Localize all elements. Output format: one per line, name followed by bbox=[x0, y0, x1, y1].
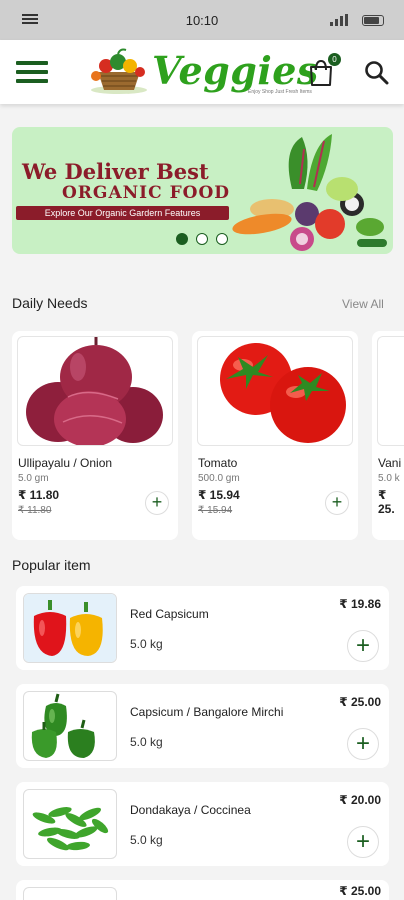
product-price: ₹ 25.00 bbox=[339, 884, 381, 898]
battery-icon bbox=[362, 14, 384, 26]
add-to-cart-button[interactable]: + bbox=[325, 491, 349, 515]
product-mrp: ₹ 15.94 bbox=[198, 505, 233, 516]
product-weight: 5.0 kg bbox=[130, 637, 163, 651]
menu-icon[interactable] bbox=[16, 61, 48, 85]
product-weight: 500.0 gm bbox=[198, 473, 240, 484]
add-to-cart-button[interactable]: + bbox=[145, 491, 169, 515]
product-name: Capsicum / Bangalore Mirchi bbox=[130, 705, 284, 719]
product-image-tomato bbox=[197, 336, 353, 446]
product-price: ₹ 25.00 bbox=[339, 695, 381, 709]
list-item[interactable]: Red Capsicum 5.0 kg ₹ 19.86 + bbox=[16, 586, 389, 670]
product-name: Tomato bbox=[198, 456, 238, 470]
banner-subheadline: ORGANIC FOOD bbox=[62, 183, 231, 203]
popular-items-title: Popular item bbox=[12, 557, 91, 573]
product-image-green-capsicum bbox=[23, 691, 117, 761]
cart-count-badge: 0 bbox=[328, 53, 341, 66]
banner-headline: We Deliver Best bbox=[22, 159, 209, 184]
product-image bbox=[377, 336, 404, 446]
product-weight: 5.0 gm bbox=[18, 473, 49, 484]
product-card[interactable]: Ullipayalu / Onion 5.0 gm ₹ 11.80 ₹ 11.8… bbox=[12, 331, 178, 540]
product-weight: 5.0 kg bbox=[130, 833, 163, 847]
list-item[interactable]: Capsicum / Bangalore Mirchi 5.0 kg ₹ 25.… bbox=[16, 684, 389, 768]
add-to-cart-button[interactable]: + bbox=[347, 826, 379, 858]
product-weight: 5.0 kg bbox=[130, 735, 163, 749]
add-to-cart-button[interactable]: + bbox=[347, 728, 379, 760]
product-name: Red Capsicum bbox=[130, 607, 209, 621]
product-image-red-capsicum bbox=[23, 593, 117, 663]
status-bar: 10:10 bbox=[0, 0, 404, 40]
product-price: ₹ 19.86 bbox=[339, 597, 381, 611]
list-item[interactable]: Dondakaya / Coccinea 5.0 kg ₹ 20.00 + bbox=[16, 782, 389, 866]
banner-dot-2[interactable] bbox=[196, 233, 208, 245]
product-price: ₹ 20.00 bbox=[339, 793, 381, 807]
banner-caption: Explore Our Organic Gardern Features bbox=[16, 206, 229, 220]
product-name: Dondakaya / Coccinea bbox=[130, 803, 251, 817]
veggie-basket-icon bbox=[91, 48, 147, 94]
product-card[interactable]: Vani 5.0 k ₹ 25. bbox=[372, 331, 404, 540]
view-all-link[interactable]: View All bbox=[342, 297, 384, 311]
product-price: ₹ 15.94 bbox=[198, 488, 240, 502]
product-image-coccinea bbox=[23, 789, 117, 859]
add-to-cart-button[interactable]: + bbox=[347, 630, 379, 662]
product-name: Ullipayalu / Onion bbox=[18, 456, 113, 470]
product-mrp: ₹ 11.80 bbox=[18, 505, 52, 516]
logo-tagline: Enjoy Shop Just Fresh Items bbox=[248, 89, 312, 95]
daily-needs-title: Daily Needs bbox=[12, 295, 88, 311]
search-icon[interactable] bbox=[364, 60, 390, 86]
banner-dot-1[interactable] bbox=[176, 233, 188, 245]
app-header: Veggies Enjoy Shop Just Fresh Items bbox=[0, 40, 404, 104]
banner-pagination bbox=[176, 233, 228, 245]
product-price: ₹ 25. bbox=[378, 488, 395, 516]
product-card[interactable]: Tomato 500.0 gm ₹ 15.94 ₹ 15.94 + bbox=[192, 331, 358, 540]
banner-vegetables-image bbox=[232, 134, 387, 251]
product-price: ₹ 11.80 bbox=[18, 488, 60, 502]
product-image bbox=[23, 887, 117, 900]
product-image-onion bbox=[17, 336, 173, 446]
product-name: Vani bbox=[378, 456, 402, 470]
product-weight: 5.0 k bbox=[378, 473, 400, 484]
list-item[interactable]: ₹ 25.00 bbox=[16, 880, 389, 900]
banner-dot-3[interactable] bbox=[216, 233, 228, 245]
signal-icon bbox=[330, 14, 356, 26]
